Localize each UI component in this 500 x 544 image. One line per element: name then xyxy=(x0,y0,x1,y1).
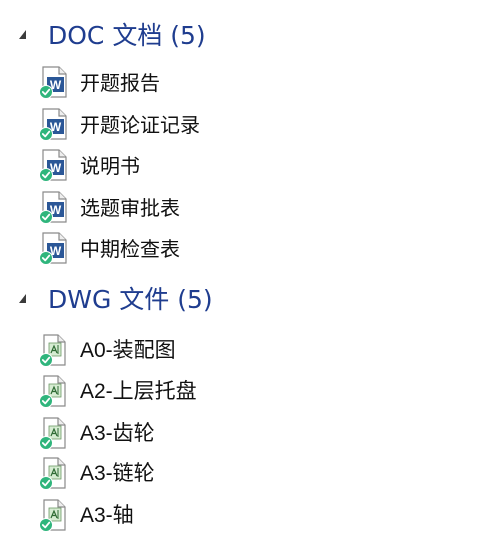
file-name: A2-上层托盘 xyxy=(80,380,197,403)
word-document-icon: W xyxy=(39,191,67,224)
file-name: 开题论证记录 xyxy=(80,113,200,137)
file-list-pane: DOC 文档 (5) W 开题报告 W 开题论证记录 W 说明书 W 选题审批表… xyxy=(0,0,500,544)
word-document-icon: W xyxy=(39,149,67,182)
dwg-drawing-icon xyxy=(39,375,66,408)
list-item[interactable]: A3-轴 xyxy=(38,497,478,535)
list-item[interactable]: A3-链轮 xyxy=(38,455,478,493)
group-header-doc[interactable]: DOC 文档 (5) xyxy=(0,16,480,56)
collapse-arrow-icon[interactable] xyxy=(19,30,26,39)
file-name: 选题审批表 xyxy=(80,196,180,220)
file-name: 开题报告 xyxy=(80,71,160,95)
list-item[interactable]: W 中期检查表 xyxy=(38,230,478,268)
group-header-dwg[interactable]: DWG 文件 (5) xyxy=(0,280,480,320)
list-item[interactable]: W 选题审批表 xyxy=(38,189,478,227)
list-item[interactable]: A2-上层托盘 xyxy=(38,373,478,411)
list-item[interactable]: W 开题论证记录 xyxy=(38,106,478,144)
file-name: 中期检查表 xyxy=(80,237,180,261)
dwg-drawing-icon xyxy=(39,457,66,490)
group-title-dwg: DWG 文件 (5) xyxy=(48,285,213,314)
list-item[interactable]: W 说明书 xyxy=(38,147,478,185)
dwg-drawing-icon xyxy=(39,417,66,450)
file-name: A0-装配图 xyxy=(80,339,176,362)
file-name: A3-齿轮 xyxy=(80,422,155,445)
list-item[interactable]: A0-装配图 xyxy=(38,332,478,370)
file-name: 说明书 xyxy=(80,154,140,178)
word-document-icon: W xyxy=(39,66,67,99)
file-name: A3-链轮 xyxy=(80,462,155,485)
word-document-icon: W xyxy=(39,232,67,265)
dwg-drawing-icon xyxy=(39,334,66,367)
list-item[interactable]: W 开题报告 xyxy=(38,64,478,102)
file-name: A3-轴 xyxy=(80,504,134,527)
word-document-icon: W xyxy=(39,108,67,141)
list-item[interactable]: A3-齿轮 xyxy=(38,415,478,453)
group-title-doc: DOC 文档 (5) xyxy=(48,21,206,50)
collapse-arrow-icon[interactable] xyxy=(19,294,26,303)
dwg-drawing-icon xyxy=(39,499,66,532)
